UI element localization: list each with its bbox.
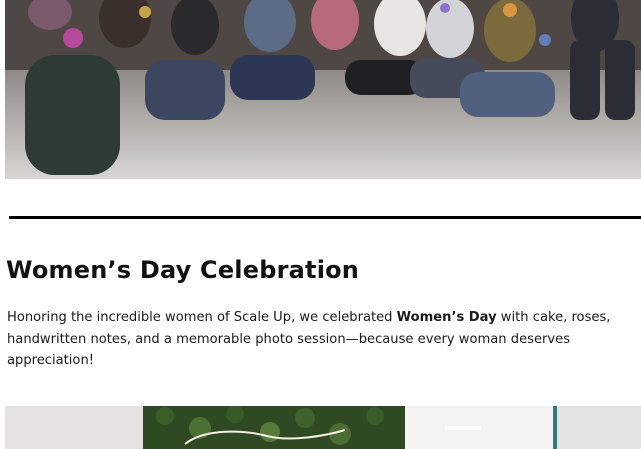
description-text-start: Honoring the incredible women of Scale U… [7,310,397,325]
section-title: Women’s Day Celebration [6,256,360,284]
section-divider [9,216,641,219]
section-description: Honoring the incredible women of Scale U… [7,307,637,372]
womens-day-photo [5,406,641,449]
womens-day-photo-illustration [5,406,641,449]
holi-group-photo [5,0,641,179]
holi-group-photo-illustration [5,0,641,179]
description-highlight: Women’s Day [396,310,497,325]
